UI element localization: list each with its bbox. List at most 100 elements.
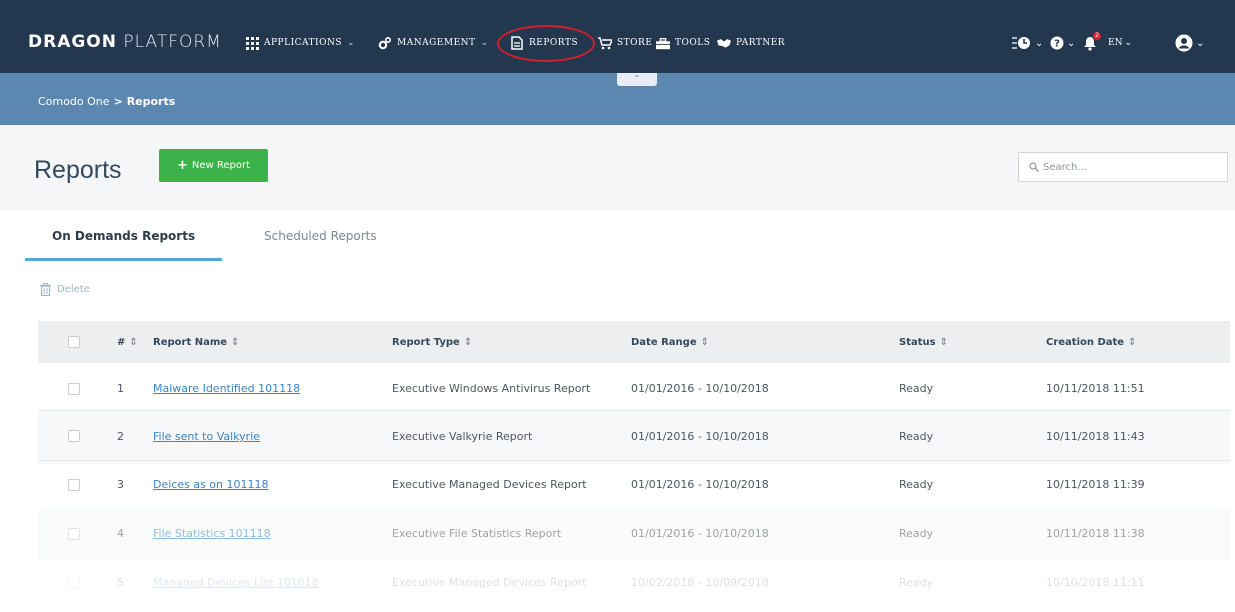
sort-icon: ⇕ bbox=[129, 337, 138, 348]
report-name-link[interactable]: Malware Identified 101118 bbox=[153, 382, 300, 395]
nav-tools[interactable]: TOOLS bbox=[656, 35, 710, 51]
search-box[interactable] bbox=[1018, 152, 1228, 182]
column-header-label: Report Name bbox=[153, 337, 228, 348]
sort-icon: ⇕ bbox=[700, 337, 709, 348]
report-name-link[interactable]: Deices as on 101118 bbox=[153, 478, 269, 491]
nav-partner-label: PARTNER bbox=[736, 38, 786, 48]
user-menu[interactable]: ⌄ bbox=[1175, 33, 1204, 53]
collapse-toggle[interactable]: ⌃ bbox=[617, 73, 657, 86]
row-checkbox[interactable] bbox=[68, 577, 80, 589]
column-header-label: Creation Date bbox=[1046, 337, 1125, 348]
chevron-down-icon: ⌄ bbox=[347, 38, 356, 48]
nav-store[interactable]: STORE bbox=[598, 35, 652, 51]
tab-on-demand-reports[interactable]: On Demands Reports bbox=[52, 229, 195, 243]
document-icon bbox=[510, 36, 524, 50]
notification-badge: 2 bbox=[1093, 31, 1101, 40]
nav-reports[interactable]: REPORTS bbox=[510, 35, 578, 51]
report-type: Executive Windows Antivirus Report bbox=[392, 382, 591, 395]
language-label: EN bbox=[1108, 38, 1123, 48]
sort-icon: ⇕ bbox=[231, 337, 240, 348]
select-all-checkbox[interactable] bbox=[68, 336, 80, 348]
row-checkbox[interactable] bbox=[68, 383, 80, 395]
nav-applications-label: APPLICATIONS bbox=[264, 38, 343, 48]
tab-scheduled-reports[interactable]: Scheduled Reports bbox=[264, 229, 377, 243]
active-tab-indicator bbox=[25, 258, 222, 261]
row-number: 4 bbox=[117, 527, 124, 540]
row-checkbox[interactable] bbox=[68, 528, 80, 540]
column-header-report-name[interactable]: Report Name ⇕ bbox=[153, 337, 239, 348]
help-icon: ? bbox=[1050, 36, 1064, 50]
sort-icon: ⇕ bbox=[1128, 337, 1137, 348]
column-header-label: Date Range bbox=[631, 337, 697, 348]
column-header-creation-date[interactable]: Creation Date ⇕ bbox=[1046, 337, 1136, 348]
column-header-report-type[interactable]: Report Type ⇕ bbox=[392, 337, 472, 348]
report-name-link[interactable]: File Statistics 101118 bbox=[153, 527, 271, 540]
plus-icon: + bbox=[176, 158, 188, 173]
delete-button[interactable]: Delete bbox=[40, 283, 90, 296]
report-type: Executive Managed Devices Report bbox=[392, 478, 587, 491]
chevron-up-icon: ⌃ bbox=[633, 74, 641, 83]
nav-management-label: MANAGEMENT bbox=[397, 38, 476, 48]
row-number: 1 bbox=[117, 382, 124, 395]
column-header-number[interactable]: # ⇕ bbox=[117, 337, 138, 348]
status: Ready bbox=[899, 576, 934, 589]
chevron-down-icon: ⌄ bbox=[1196, 37, 1205, 49]
breadcrumb-root[interactable]: Comodo One bbox=[38, 95, 109, 108]
handshake-icon bbox=[717, 36, 731, 50]
report-type: Executive File Statistics Report bbox=[392, 527, 562, 540]
search-input[interactable] bbox=[1043, 161, 1213, 173]
date-range: 01/01/2016 - 10/10/2018 bbox=[631, 382, 769, 395]
breadcrumb-current: Reports bbox=[126, 95, 176, 108]
toolbox-icon bbox=[656, 36, 670, 50]
nav-reports-label: REPORTS bbox=[529, 38, 579, 48]
help-menu[interactable]: ? ⌄ bbox=[1050, 33, 1075, 53]
chevron-down-icon: ⌄ bbox=[1124, 38, 1132, 48]
status-icon bbox=[1012, 36, 1032, 50]
svg-text:?: ? bbox=[1054, 39, 1060, 50]
row-number: 5 bbox=[117, 576, 124, 589]
chevron-down-icon: ⌄ bbox=[1035, 37, 1044, 49]
gears-icon bbox=[378, 36, 392, 50]
report-name-link[interactable]: File sent to Valkyrie bbox=[153, 430, 260, 443]
column-header-label: Report Type bbox=[392, 337, 460, 348]
search-icon bbox=[1029, 162, 1039, 172]
bell-icon: 2 bbox=[1083, 31, 1101, 51]
chevron-down-icon: ⌄ bbox=[1067, 37, 1076, 49]
column-header-date-range[interactable]: Date Range ⇕ bbox=[631, 337, 709, 348]
brand-light: PLATFORM bbox=[123, 32, 222, 52]
page-title: Reports bbox=[34, 156, 122, 184]
column-header-status[interactable]: Status ⇕ bbox=[899, 337, 948, 348]
report-name-link[interactable]: Managed Devices List 101018 bbox=[153, 576, 319, 589]
brand-bold: DRAGON bbox=[28, 32, 117, 52]
row-checkbox[interactable] bbox=[68, 479, 80, 491]
nav-management[interactable]: MANAGEMENT ⌄ bbox=[378, 35, 489, 51]
nav-partner[interactable]: PARTNER bbox=[717, 35, 785, 51]
status: Ready bbox=[899, 527, 934, 540]
report-type: Executive Valkyrie Report bbox=[392, 430, 533, 443]
new-report-button[interactable]: + New Report bbox=[159, 149, 268, 182]
column-header-label: Status bbox=[899, 337, 936, 348]
row-checkbox[interactable] bbox=[68, 430, 80, 442]
brand-logo[interactable]: DRAGON PLATFORM bbox=[28, 30, 222, 54]
chevron-down-icon: ⌄ bbox=[480, 38, 489, 48]
breadcrumb-separator: > bbox=[113, 95, 123, 108]
sort-icon: ⇕ bbox=[939, 337, 948, 348]
status: Ready bbox=[899, 382, 934, 395]
language-menu[interactable]: EN ⌄ bbox=[1108, 33, 1132, 53]
creation-date: 10/11/2018 11:38 bbox=[1046, 527, 1145, 540]
user-icon bbox=[1175, 34, 1193, 52]
row-number: 3 bbox=[117, 478, 124, 491]
delete-label: Delete bbox=[57, 284, 90, 295]
nav-applications[interactable]: APPLICATIONS ⌄ bbox=[245, 35, 355, 51]
creation-date: 10/10/2018 11:11 bbox=[1046, 576, 1145, 589]
grid-icon bbox=[245, 36, 259, 50]
breadcrumb: Comodo One > Reports bbox=[38, 95, 175, 108]
date-range: 01/01/2016 - 10/10/2018 bbox=[631, 430, 769, 443]
nav-tools-label: TOOLS bbox=[675, 38, 711, 48]
column-header-label: # bbox=[117, 337, 126, 348]
date-range: 10/02/2018 - 10/09/2018 bbox=[631, 576, 769, 589]
notifications-button[interactable]: 2 bbox=[1083, 31, 1101, 53]
row-number: 2 bbox=[117, 430, 124, 443]
creation-date: 10/11/2018 11:43 bbox=[1046, 430, 1145, 443]
status-menu[interactable]: ⌄ bbox=[1012, 33, 1043, 53]
